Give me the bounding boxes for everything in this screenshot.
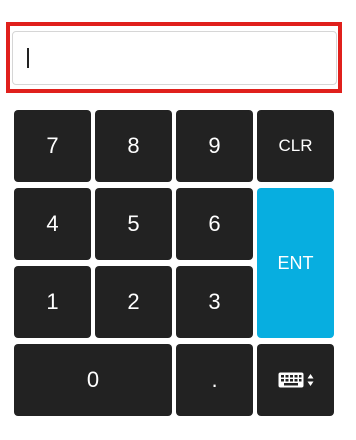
keyboard-icon	[278, 372, 314, 388]
numeric-input[interactable]	[12, 31, 337, 85]
keyboard-toggle-button[interactable]	[257, 344, 334, 416]
key-3[interactable]: 3	[176, 266, 253, 338]
text-caret	[27, 48, 29, 68]
key-4[interactable]: 4	[14, 188, 91, 260]
key-9[interactable]: 9	[176, 110, 253, 182]
key-0[interactable]: 0	[14, 344, 172, 416]
numeric-keypad: 7 8 9 CLR 4 5 6 ENT 1 2 3 0 .	[14, 110, 336, 416]
key-decimal[interactable]: .	[176, 344, 253, 416]
key-2[interactable]: 2	[95, 266, 172, 338]
key-1[interactable]: 1	[14, 266, 91, 338]
enter-button[interactable]: ENT	[257, 188, 334, 338]
key-8[interactable]: 8	[95, 110, 172, 182]
key-5[interactable]: 5	[95, 188, 172, 260]
key-7[interactable]: 7	[14, 110, 91, 182]
up-down-caret-icon	[307, 374, 313, 386]
key-6[interactable]: 6	[176, 188, 253, 260]
clear-button[interactable]: CLR	[257, 110, 334, 182]
